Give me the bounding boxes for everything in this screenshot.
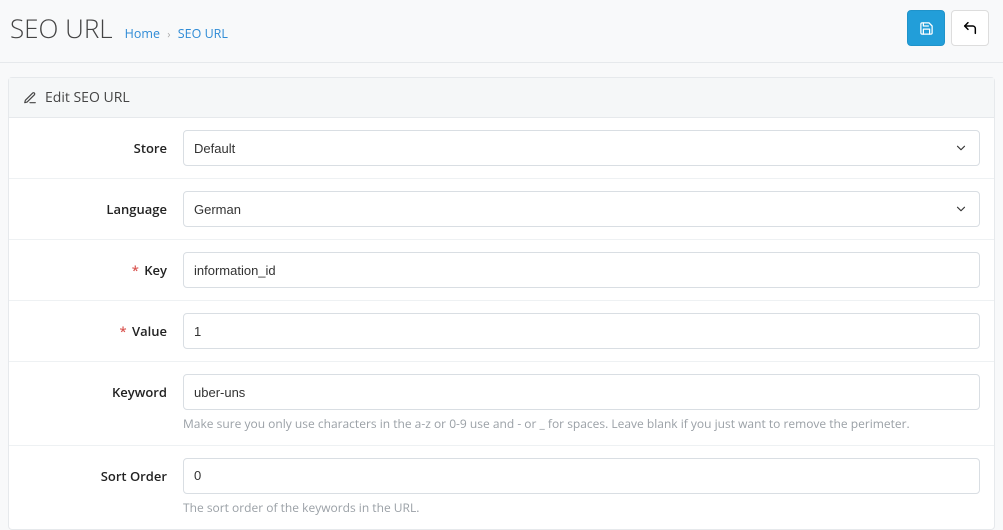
back-arrow-icon: [962, 20, 978, 36]
row-key: * Key: [9, 240, 994, 301]
value-input[interactable]: [183, 313, 980, 349]
label-language: Language: [23, 191, 183, 218]
save-icon: [919, 21, 934, 36]
field-value: [183, 313, 980, 349]
label-sort-order: Sort Order: [23, 458, 183, 485]
row-store: Store Default: [9, 118, 994, 179]
pencil-icon: [23, 91, 37, 105]
key-input[interactable]: [183, 252, 980, 288]
row-sort-order: Sort Order The sort order of the keyword…: [9, 446, 994, 529]
label-store: Store: [23, 130, 183, 157]
language-select[interactable]: German: [183, 191, 980, 227]
label-value: * Value: [23, 313, 183, 340]
breadcrumb-home-link[interactable]: Home: [125, 25, 160, 42]
label-value-text: Value: [132, 322, 167, 340]
sort-order-input[interactable]: [183, 458, 980, 494]
header-left: SEO URL Home › SEO URL: [10, 10, 228, 46]
back-button[interactable]: [951, 10, 989, 46]
label-key-text: Key: [144, 261, 167, 279]
row-value: * Value: [9, 301, 994, 362]
field-language: German: [183, 191, 980, 227]
page-title: SEO URL: [10, 10, 113, 46]
panel-title: Edit SEO URL: [45, 88, 130, 107]
field-keyword: Make sure you only use characters in the…: [183, 374, 980, 433]
row-language: Language German: [9, 179, 994, 240]
label-key: * Key: [23, 252, 183, 279]
page-header: SEO URL Home › SEO URL: [0, 0, 1003, 63]
row-keyword: Keyword Make sure you only use character…: [9, 362, 994, 446]
breadcrumb-current-link[interactable]: SEO URL: [178, 25, 228, 42]
store-select-wrap: Default: [183, 130, 980, 166]
store-select[interactable]: Default: [183, 130, 980, 166]
breadcrumb: Home › SEO URL: [125, 25, 228, 42]
save-button[interactable]: [907, 10, 945, 46]
language-select-wrap: German: [183, 191, 980, 227]
edit-panel: Edit SEO URL Store Default Language Germ…: [8, 77, 995, 530]
keyword-help: Make sure you only use characters in the…: [183, 416, 980, 433]
keyword-input[interactable]: [183, 374, 980, 410]
panel-header: Edit SEO URL: [9, 78, 994, 118]
field-sort-order: The sort order of the keywords in the UR…: [183, 458, 980, 517]
field-store: Default: [183, 130, 980, 166]
label-keyword: Keyword: [23, 374, 183, 401]
breadcrumb-separator: ›: [167, 27, 170, 42]
header-actions: [907, 10, 989, 46]
sort-order-help: The sort order of the keywords in the UR…: [183, 500, 980, 517]
field-key: [183, 252, 980, 288]
